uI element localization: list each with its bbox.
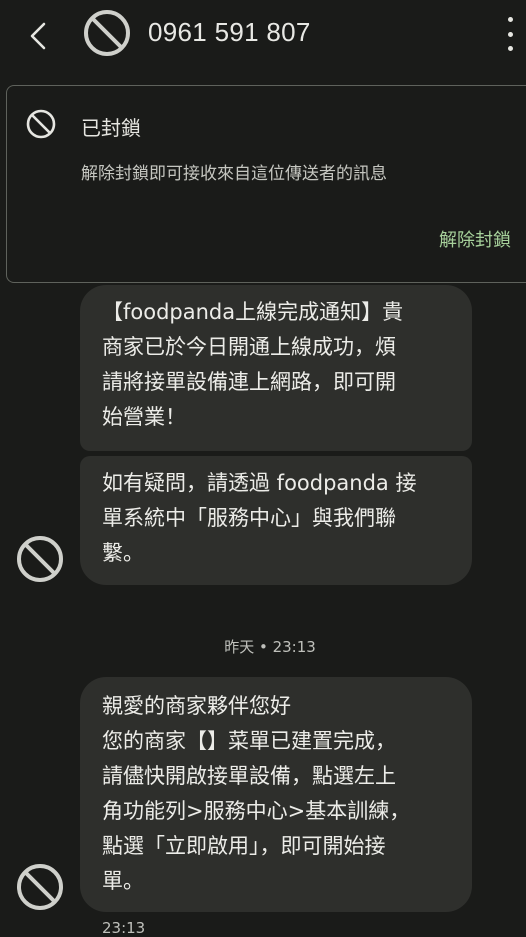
top-app-bar: 0961 591 807 [0, 0, 526, 72]
blocked-title: 已封鎖 [81, 116, 141, 140]
back-button[interactable] [22, 16, 54, 56]
blocked-circle-icon [26, 109, 56, 139]
message-bubble[interactable]: 【foodpanda上線完成通知】貴 商家已於今日開通上線成功，煩 請將接單設備… [80, 285, 472, 451]
more-vertical-icon-dot [507, 46, 513, 51]
day-separator: 昨天 • 23:13 [224, 638, 316, 656]
blocked-circle-icon [17, 536, 63, 582]
more-vertical-icon-dot [507, 17, 513, 22]
blocked-circle-icon [17, 864, 63, 910]
sender-avatar[interactable] [16, 535, 64, 583]
blocked-circle-icon [84, 10, 130, 56]
contact-phone-number[interactable]: 0961 591 807 [148, 17, 311, 48]
message-timestamp: 23:13 [102, 919, 146, 937]
back-arrow-icon [30, 22, 46, 50]
blocked-description: 解除封鎖即可接收來自這位傳送者的訊息 [81, 164, 387, 184]
more-options-button[interactable] [502, 17, 518, 51]
contact-avatar[interactable] [83, 9, 131, 57]
blocked-banner: 已封鎖 解除封鎖即可接收來自這位傳送者的訊息 解除封鎖 [6, 85, 526, 283]
more-vertical-icon-dot [507, 31, 513, 37]
message-bubble[interactable]: 親愛的商家夥伴您好 您的商家【】菜單已建置完成， 請儘快開啟接單設備，點選左上 … [80, 677, 472, 912]
message-bubble[interactable]: 如有疑問，請透過 foodpanda 接 單系統中「服務中心」與我們聯 繫。 [80, 456, 472, 585]
unblock-button[interactable]: 解除封鎖 [439, 224, 511, 254]
sender-avatar[interactable] [16, 863, 64, 911]
